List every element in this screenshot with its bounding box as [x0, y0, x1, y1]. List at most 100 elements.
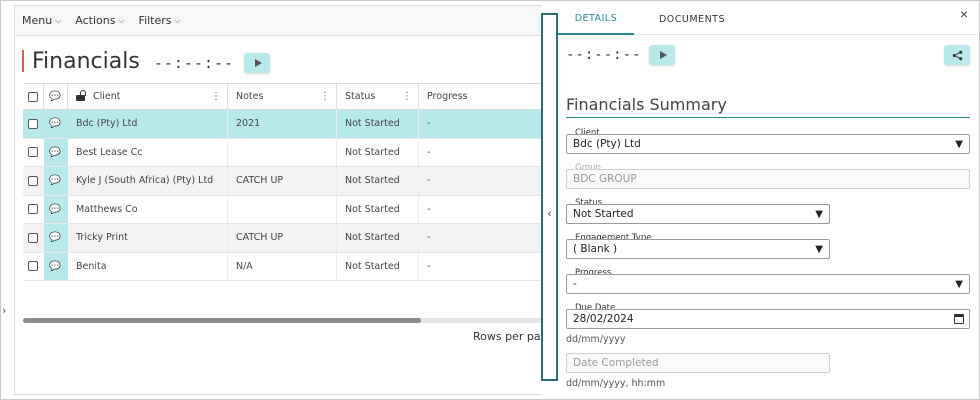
engagement-type-select[interactable]: ( Blank ) ▼	[566, 239, 830, 259]
menu-dropdown[interactable]: Menu ⌵	[22, 14, 61, 27]
financials-table: 💬 Client ⋮ Notes ⋮ Status ⋮ Progress 💬 B…	[23, 83, 543, 281]
client-select[interactable]: Bdc (Pty) Ltd ▼	[566, 134, 970, 154]
date-completed-placeholder: Date Completed	[573, 357, 659, 369]
scrollbar-thumb[interactable]	[23, 318, 421, 323]
lock-icon[interactable]	[76, 90, 86, 101]
status-cell[interactable]: Not Started	[337, 252, 419, 280]
client-cell[interactable]: Benita	[68, 252, 228, 280]
due-date-input[interactable]: 28/02/2024	[566, 309, 970, 329]
chevron-down-icon: ⌵	[174, 15, 181, 25]
collapse-panel-handle[interactable]: ‹	[541, 13, 558, 381]
row-checkbox[interactable]	[28, 261, 38, 272]
column-header-client[interactable]: Client ⋮	[68, 84, 228, 109]
status-select-field: Status Not Started ▼	[566, 198, 830, 224]
notes-cell[interactable]: CATCH UP	[228, 167, 337, 195]
client-cell[interactable]: Best Lease Cc	[68, 138, 228, 166]
table-row[interactable]: 💬 Kyle J (South Africa) (Pty) Ltd CATCH …	[23, 167, 543, 196]
filters-label: Filters	[138, 14, 172, 27]
chat-bubbles-icon[interactable]: 💬	[49, 204, 61, 215]
chat-bubbles-icon[interactable]: 💬	[49, 175, 61, 186]
chat-bubbles-icon[interactable]: 💬	[49, 147, 61, 158]
notes-cell[interactable]: N/A	[228, 252, 337, 280]
column-header-label: Notes	[236, 91, 264, 102]
group-field: Group BDC GROUP	[566, 163, 970, 189]
expand-left-chevron-icon[interactable]: ›	[2, 304, 6, 317]
column-header-status[interactable]: Status ⋮	[337, 84, 419, 109]
status-cell[interactable]: Not Started	[337, 195, 419, 223]
detail-start-timer-button[interactable]	[649, 45, 676, 65]
date-completed-input[interactable]: Date Completed	[566, 353, 830, 373]
dropdown-arrow-icon: ▼	[815, 208, 823, 220]
status-cell[interactable]: Not Started	[337, 110, 419, 138]
due-date-format-hint: dd/mm/yyyy	[566, 334, 626, 345]
column-header-progress[interactable]: Progress	[419, 84, 543, 109]
start-timer-button[interactable]	[244, 52, 271, 73]
client-cell[interactable]: Kyle J (South Africa) (Pty) Ltd	[68, 167, 228, 195]
group-value: BDC GROUP	[573, 173, 637, 185]
chat-bubbles-icon[interactable]: 💬	[49, 232, 61, 243]
close-icon[interactable]: ×	[954, 5, 974, 23]
page-title: Financials	[32, 48, 140, 74]
progress-select[interactable]: - ▼	[566, 274, 970, 294]
row-checkbox[interactable]	[28, 118, 38, 129]
share-icon	[952, 50, 962, 60]
due-date-value: 28/02/2024	[573, 313, 634, 325]
filters-dropdown[interactable]: Filters ⌵	[139, 14, 181, 27]
client-cell[interactable]: Matthews Co	[68, 195, 228, 223]
select-all-cell	[23, 84, 44, 109]
list-panel: Menu ⌵ Actions ⌵ Filters ⌵ Financials --…	[14, 5, 548, 395]
table-row[interactable]: 💬 Benita N/A Not Started -	[23, 252, 543, 281]
row-comments-cell: 💬	[44, 167, 68, 195]
horizontal-scrollbar[interactable]	[23, 318, 543, 323]
status-select[interactable]: Not Started ▼	[566, 204, 830, 224]
table-row[interactable]: 💬 Tricky Print CATCH UP Not Started -	[23, 224, 543, 253]
notes-cell[interactable]: 2021	[228, 110, 337, 138]
progress-cell[interactable]: -	[419, 196, 543, 224]
progress-cell[interactable]: -	[419, 167, 543, 195]
table-row[interactable]: 💬 Bdc (Pty) Ltd 2021 Not Started -	[23, 110, 543, 139]
detail-timer-display: --:--:--	[566, 47, 642, 63]
row-comments-cell: 💬	[44, 138, 68, 166]
dropdown-arrow-icon: ▼	[955, 278, 963, 290]
client-cell[interactable]: Tricky Print	[68, 224, 228, 252]
column-header-notes[interactable]: Notes ⋮	[228, 84, 337, 109]
row-comments-cell: 💬	[44, 195, 68, 223]
tab-documents[interactable]: DOCUMENTS	[642, 3, 742, 35]
progress-cell[interactable]: -	[419, 139, 543, 167]
notes-cell[interactable]	[228, 195, 337, 223]
column-menu-icon[interactable]: ⋮	[211, 91, 221, 102]
table-header-row: 💬 Client ⋮ Notes ⋮ Status ⋮ Progress	[23, 83, 543, 110]
calendar-icon[interactable]	[954, 314, 964, 324]
column-header-label: Client	[93, 91, 121, 102]
notes-cell[interactable]	[228, 138, 337, 166]
table-row[interactable]: 💬 Matthews Co Not Started -	[23, 195, 543, 224]
status-cell[interactable]: Not Started	[337, 224, 419, 252]
progress-cell[interactable]: -	[419, 224, 543, 252]
table-row[interactable]: 💬 Best Lease Cc Not Started -	[23, 138, 543, 167]
status-cell[interactable]: Not Started	[337, 167, 419, 195]
engagement-type-value: ( Blank )	[573, 243, 618, 255]
row-checkbox[interactable]	[28, 204, 38, 215]
column-menu-icon[interactable]: ⋮	[320, 91, 330, 102]
chat-bubbles-icon[interactable]: 💬	[49, 261, 61, 272]
progress-value: -	[573, 278, 577, 290]
row-select-cell	[23, 167, 44, 195]
row-checkbox[interactable]	[28, 232, 38, 243]
detail-timer-row: --:--:--	[566, 45, 676, 65]
status-value: Not Started	[573, 208, 634, 220]
tab-details[interactable]: DETAILS	[558, 3, 634, 35]
client-cell[interactable]: Bdc (Pty) Ltd	[68, 110, 228, 138]
status-cell[interactable]: Not Started	[337, 138, 419, 166]
chat-bubbles-icon[interactable]: 💬	[49, 118, 61, 129]
notes-cell[interactable]: CATCH UP	[228, 224, 337, 252]
row-checkbox[interactable]	[28, 147, 38, 158]
select-all-checkbox[interactable]	[28, 91, 38, 102]
dropdown-arrow-icon: ▼	[955, 138, 963, 150]
row-checkbox[interactable]	[28, 175, 38, 186]
progress-cell[interactable]: -	[419, 110, 543, 138]
progress-cell[interactable]: -	[419, 253, 543, 281]
share-button[interactable]	[944, 45, 970, 65]
chevron-left-icon: ‹	[547, 206, 552, 220]
actions-dropdown[interactable]: Actions ⌵	[75, 14, 124, 27]
column-menu-icon[interactable]: ⋮	[402, 91, 412, 102]
